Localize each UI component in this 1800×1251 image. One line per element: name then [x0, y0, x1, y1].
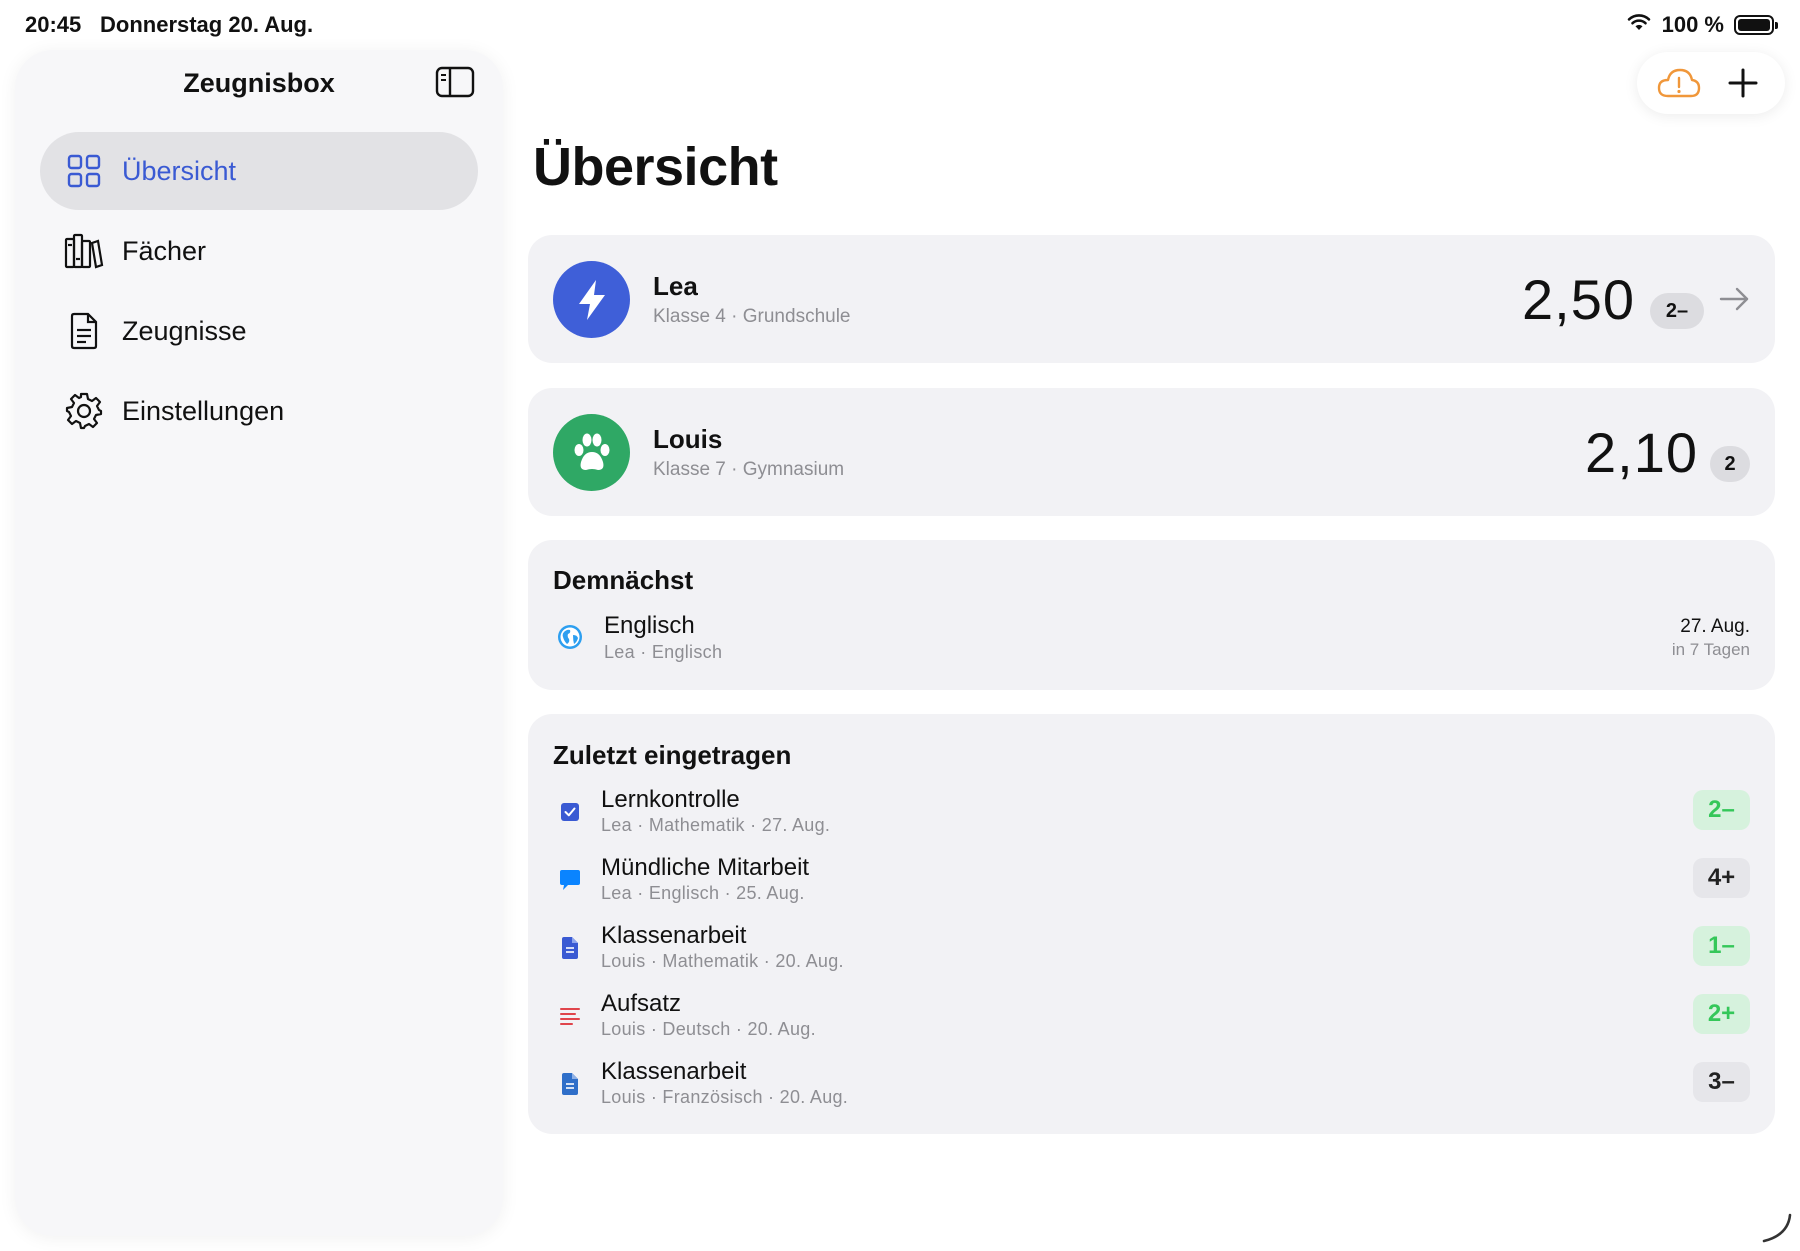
- student-class: Klasse 4 · Grundschule: [653, 306, 851, 327]
- grid-icon: [64, 151, 104, 191]
- arrow-right-icon: [1718, 283, 1750, 315]
- toolbar-actions: [1637, 52, 1785, 114]
- status-date: Donnerstag 20. Aug.: [100, 12, 314, 37]
- item-subtitle: Louis · Deutsch · 20. Aug.: [601, 1019, 816, 1039]
- avatar: [553, 261, 630, 338]
- sidebar-item-faecher[interactable]: Fächer: [40, 212, 478, 290]
- item-date: 27. Aug.: [1680, 616, 1750, 637]
- checkbox-icon: [555, 797, 585, 827]
- document-icon: [555, 933, 585, 963]
- sidebar: Zeugnisbox Übersicht Fächer Zeugnisse Ei…: [15, 50, 503, 1236]
- sidebar-item-label: Übersicht: [122, 155, 237, 186]
- item-title: Klassenarbeit: [601, 1058, 747, 1085]
- add-button[interactable]: [1718, 58, 1768, 108]
- item-subtitle: Lea · Englisch: [604, 642, 723, 662]
- plus-icon: [1728, 68, 1758, 98]
- sidebar-nav: Übersicht Fächer Zeugnisse Einstellungen: [40, 132, 478, 452]
- section-title: Demnächst: [553, 565, 694, 595]
- sidebar-toggle-icon[interactable]: [435, 66, 475, 98]
- grade-badge: 2: [1710, 446, 1750, 482]
- sidebar-item-zeugnisse[interactable]: Zeugnisse: [40, 292, 478, 370]
- sidebar-title: Zeugnisbox: [183, 68, 335, 98]
- student-class: Klasse 7 · Gymnasium: [653, 459, 845, 480]
- sidebar-item-uebersicht[interactable]: Übersicht: [40, 132, 478, 210]
- recent-card: Zuletzt eingetragen Lernkontrolle Lea · …: [528, 714, 1775, 1134]
- grade-badge: 1–: [1693, 926, 1750, 966]
- sidebar-item-label: Fächer: [122, 235, 207, 266]
- sidebar-item-label: Zeugnisse: [122, 315, 247, 346]
- student-card-lea[interactable]: Lea Klasse 4 · Grundschule 2,50 2–: [528, 235, 1775, 363]
- globe-icon: [555, 622, 585, 652]
- bolt-icon: [578, 279, 605, 320]
- paw-icon: [574, 433, 609, 470]
- grade-average: 2,50: [1522, 268, 1635, 331]
- wifi-icon: [1626, 12, 1652, 38]
- student-name: Louis: [653, 424, 723, 454]
- grade-badge: 2–: [1693, 790, 1750, 830]
- gear-icon: [64, 391, 104, 431]
- status-time: 20:45: [25, 12, 82, 37]
- item-title: Englisch: [604, 612, 695, 639]
- sidebar-item-label: Einstellungen: [122, 395, 285, 426]
- grade-badge: 4+: [1693, 858, 1750, 898]
- item-title: Aufsatz: [601, 990, 682, 1017]
- grade-badge: 2+: [1693, 994, 1750, 1034]
- avatar: [553, 414, 630, 491]
- section-title: Zuletzt eingetragen: [553, 740, 792, 770]
- item-subtitle: Lea · Mathematik · 27. Aug.: [601, 815, 831, 835]
- sidebar-item-einstellungen[interactable]: Einstellungen: [40, 372, 478, 450]
- grade-badge: 2–: [1650, 293, 1704, 329]
- status-bar: 20:45 Donnerstag 20. Aug. 100 %: [0, 0, 1800, 48]
- battery-icon: [1734, 15, 1778, 35]
- item-title: Klassenarbeit: [601, 922, 747, 949]
- item-title: Mündliche Mitarbeit: [601, 854, 810, 881]
- grade-badge: 3–: [1693, 1062, 1750, 1102]
- item-subtitle: Louis · Französisch · 20. Aug.: [601, 1087, 849, 1107]
- document-icon: [64, 311, 104, 351]
- item-title: Lernkontrolle: [601, 786, 740, 813]
- speech-bubble-icon: [555, 865, 585, 895]
- page-title: Übersicht: [533, 137, 778, 197]
- status-indicators: 100 %: [1626, 12, 1778, 38]
- text-lines-icon: [555, 1001, 585, 1031]
- resize-handle-icon[interactable]: [1758, 1209, 1794, 1245]
- item-subtitle: Lea · Englisch · 25. Aug.: [601, 883, 805, 903]
- student-card-louis[interactable]: Louis Klasse 7 · Gymnasium 2,10 2: [528, 388, 1775, 516]
- item-subtitle: Louis · Mathematik · 20. Aug.: [601, 951, 844, 971]
- battery-percent: 100 %: [1661, 12, 1724, 37]
- upcoming-card: Demnächst Englisch Lea · Englisch 27. Au…: [528, 540, 1775, 690]
- grade-average: 2,10: [1585, 421, 1698, 484]
- student-name: Lea: [653, 271, 698, 301]
- cloud-warning-icon[interactable]: [1654, 58, 1704, 108]
- books-icon: [64, 231, 104, 271]
- document-icon: [555, 1069, 585, 1099]
- item-relative-date: in 7 Tagen: [1671, 640, 1750, 659]
